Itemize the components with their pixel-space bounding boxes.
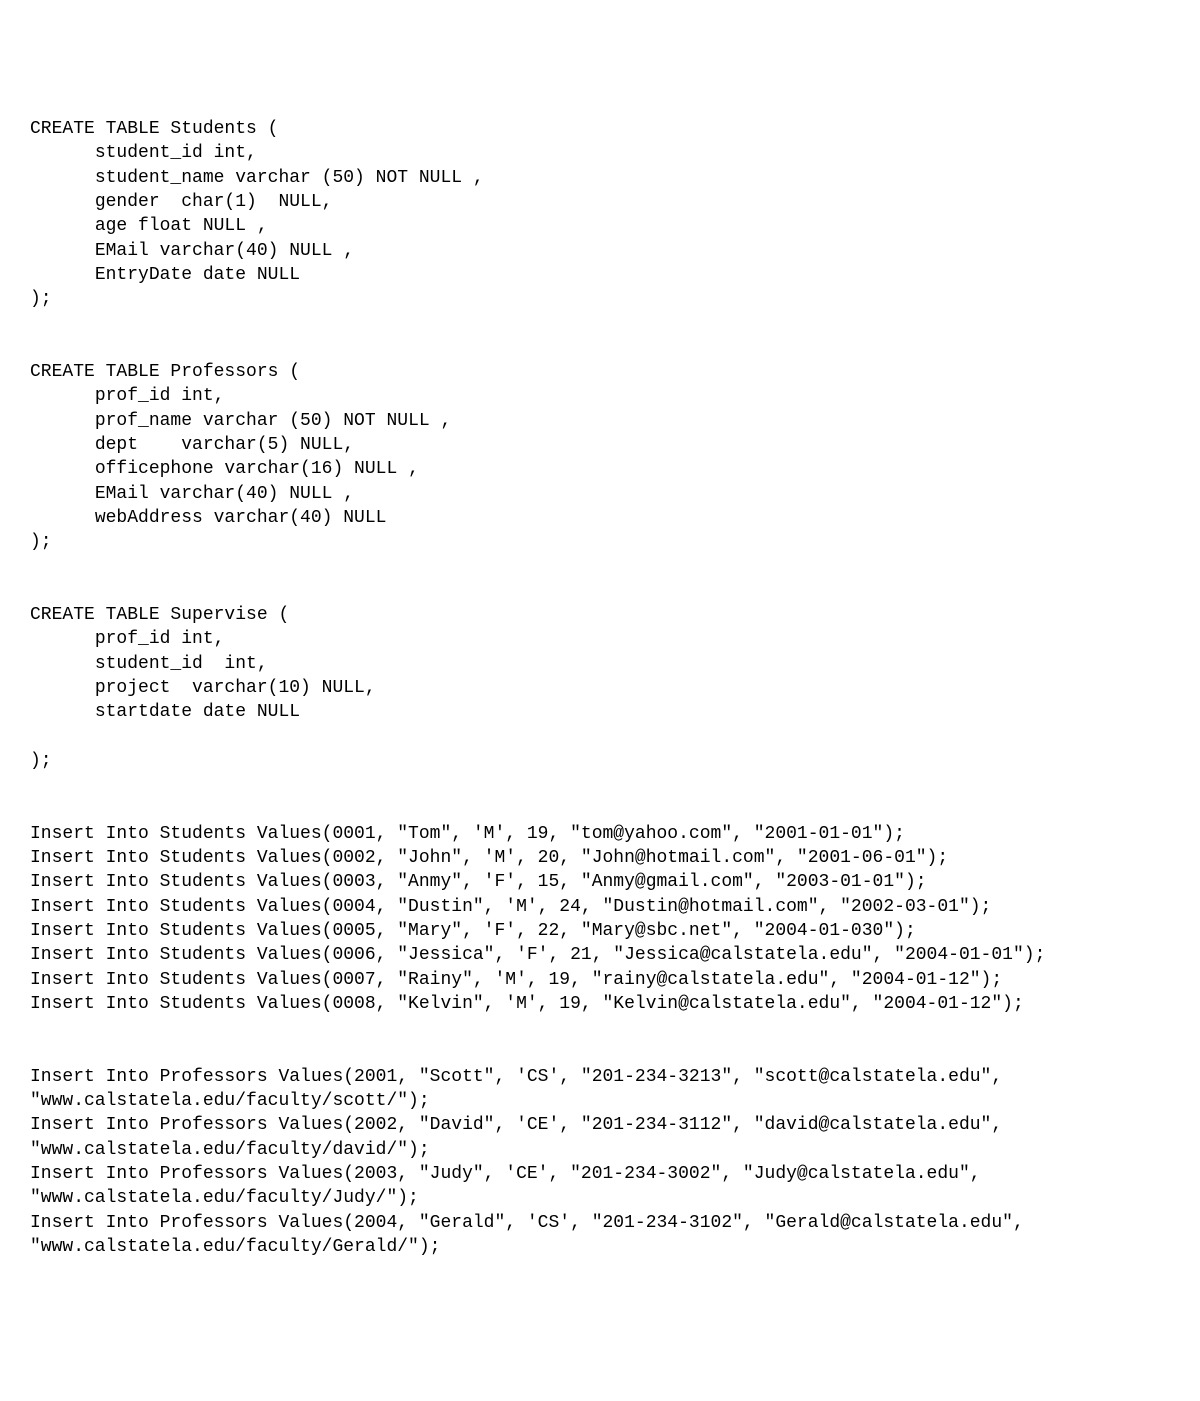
create-students-block: CREATE TABLE Students ( student_id int, …	[30, 119, 484, 309]
insert-students-block: Insert Into Students Values(0001, "Tom",…	[30, 824, 1045, 1014]
create-supervise-block: CREATE TABLE Supervise ( prof_id int, st…	[30, 605, 376, 771]
sql-document: CREATE TABLE Students ( student_id int, …	[30, 117, 1170, 1259]
insert-professors-block: Insert Into Professors Values(2001, "Sco…	[30, 1067, 1035, 1257]
create-professors-block: CREATE TABLE Professors ( prof_id int, p…	[30, 362, 451, 552]
